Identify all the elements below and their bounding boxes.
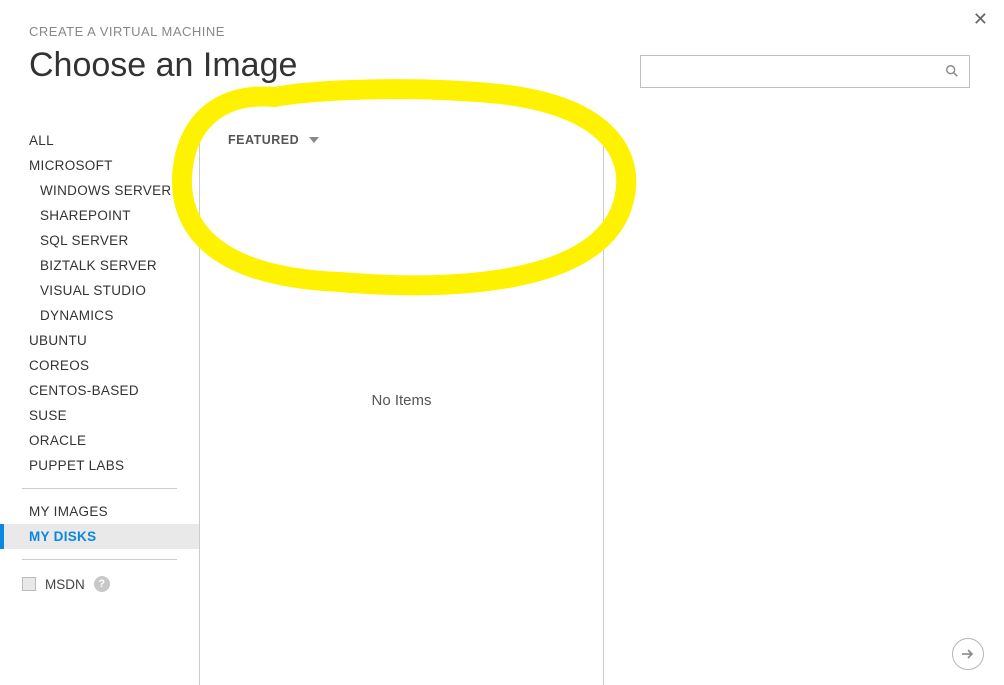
chevron-down-icon bbox=[309, 137, 319, 143]
sidebar-item-oracle[interactable]: ORACLE bbox=[0, 428, 199, 453]
sidebar-divider bbox=[22, 488, 177, 489]
sidebar-item-dynamics[interactable]: DYNAMICS bbox=[0, 303, 199, 328]
sidebar-item-sql-server[interactable]: SQL SERVER bbox=[0, 228, 199, 253]
search-icon[interactable] bbox=[945, 64, 961, 80]
sidebar-item-biztalk-server[interactable]: BIZTALK SERVER bbox=[0, 253, 199, 278]
next-button[interactable] bbox=[952, 638, 984, 670]
sidebar-divider bbox=[22, 559, 177, 560]
sort-label: FEATURED bbox=[228, 133, 299, 147]
sidebar-item-windows-server[interactable]: WINDOWS SERVER bbox=[0, 178, 199, 203]
sidebar: ALLMICROSOFTWINDOWS SERVERSHAREPOINTSQL … bbox=[0, 123, 199, 685]
msdn-label: MSDN bbox=[45, 577, 85, 592]
image-list-panel: FEATURED No Items bbox=[199, 123, 604, 685]
search-input[interactable] bbox=[649, 64, 945, 80]
sidebar-item-my-images[interactable]: MY IMAGES bbox=[0, 499, 199, 524]
sidebar-item-microsoft[interactable]: MICROSOFT bbox=[0, 153, 199, 178]
sidebar-item-puppet-labs[interactable]: PUPPET LABS bbox=[0, 453, 199, 478]
page-title: Choose an Image bbox=[29, 46, 297, 85]
sidebar-item-sharepoint[interactable]: SHAREPOINT bbox=[0, 203, 199, 228]
help-icon[interactable]: ? bbox=[94, 576, 110, 592]
arrow-right-icon bbox=[960, 646, 976, 662]
sidebar-item-my-disks[interactable]: MY DISKS bbox=[0, 524, 199, 549]
breadcrumb: CREATE A VIRTUAL MACHINE bbox=[29, 24, 225, 39]
sort-dropdown[interactable]: FEATURED bbox=[200, 123, 603, 157]
sidebar-item-ubuntu[interactable]: UBUNTU bbox=[0, 328, 199, 353]
search-box[interactable] bbox=[640, 55, 970, 88]
sidebar-item-coreos[interactable]: COREOS bbox=[0, 353, 199, 378]
msdn-checkbox[interactable] bbox=[22, 577, 36, 591]
sidebar-item-all[interactable]: ALL bbox=[0, 128, 199, 153]
sidebar-item-centos-based[interactable]: CENTOS-BASED bbox=[0, 378, 199, 403]
main-content: ALLMICROSOFTWINDOWS SERVERSHAREPOINTSQL … bbox=[0, 123, 1004, 685]
close-button[interactable]: ✕ bbox=[973, 10, 988, 28]
sidebar-item-visual-studio[interactable]: VISUAL STUDIO bbox=[0, 278, 199, 303]
empty-state-text: No Items bbox=[200, 392, 603, 409]
msdn-row[interactable]: MSDN ? bbox=[0, 570, 199, 598]
sidebar-item-suse[interactable]: SUSE bbox=[0, 403, 199, 428]
